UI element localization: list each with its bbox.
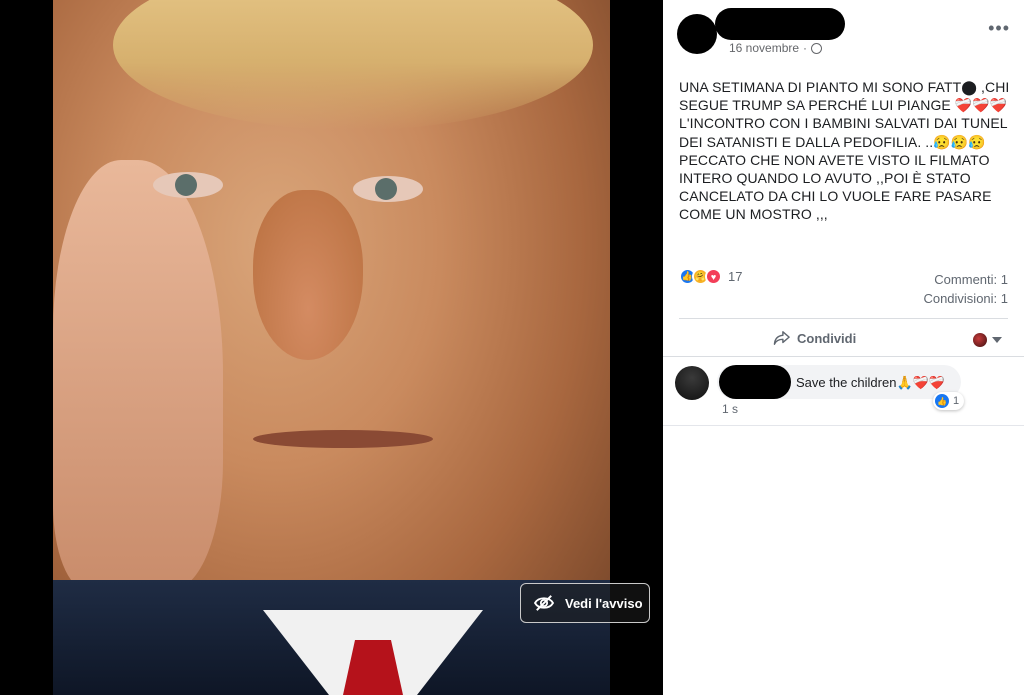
post-date[interactable]: 16 novembre ·	[729, 41, 823, 55]
comment-reactions[interactable]: 👍 1	[933, 392, 965, 410]
photo-viewer: Vedi l'avviso	[0, 0, 663, 695]
eye-slash-icon	[533, 595, 555, 611]
divider	[663, 425, 1024, 426]
comment-time[interactable]: 1 s	[722, 402, 738, 416]
like-icon: 👍	[935, 394, 949, 408]
reactions-summary[interactable]: 👍 🤗 ♥ 17	[679, 268, 742, 285]
author-avatar-redacted[interactable]	[677, 14, 717, 54]
commenter-avatar[interactable]	[675, 366, 709, 400]
view-warning-button[interactable]: Vedi l'avviso	[520, 583, 650, 623]
share-button-label: Condividi	[797, 330, 857, 346]
post-as-selector[interactable]	[973, 333, 1002, 347]
love-icon: ♥	[705, 268, 722, 285]
view-warning-label: Vedi l'avviso	[565, 595, 643, 611]
chevron-down-icon	[992, 337, 1002, 343]
post-text: UNA SETIMANA DI PIANTO MI SONO FATT⬤ ,CH…	[679, 79, 1010, 223]
reaction-count: 17	[728, 269, 743, 284]
post-stats: Commenti: 1 Condivisioni: 1	[923, 270, 1008, 308]
post-date-text: 16 novembre	[729, 41, 800, 55]
share-arrow-icon	[773, 331, 790, 345]
globe-icon	[811, 42, 823, 54]
author-name-redacted[interactable]	[715, 8, 845, 40]
comment-reaction-count: 1	[953, 395, 960, 407]
shares-count-link[interactable]: Condivisioni: 1	[923, 289, 1008, 308]
more-options-icon[interactable]: •••	[988, 18, 1010, 39]
post-panel: 16 novembre · ••• UNA SETIMANA DI PIANTO…	[663, 0, 1024, 695]
commenter-name-redacted[interactable]	[719, 365, 791, 399]
comment-text: Save the children🙏❤️‍🩹❤️‍🩹	[796, 375, 946, 390]
post-header: 16 novembre · •••	[663, 0, 1024, 62]
divider	[679, 318, 1008, 319]
comments-count-link[interactable]: Commenti: 1	[923, 270, 1008, 289]
comment-item: Save the children🙏❤️‍🩹❤️‍🩹 👍 1 1 s	[663, 357, 1024, 425]
page-avatar-icon	[973, 333, 987, 347]
share-button[interactable]: Condividi	[773, 330, 856, 346]
